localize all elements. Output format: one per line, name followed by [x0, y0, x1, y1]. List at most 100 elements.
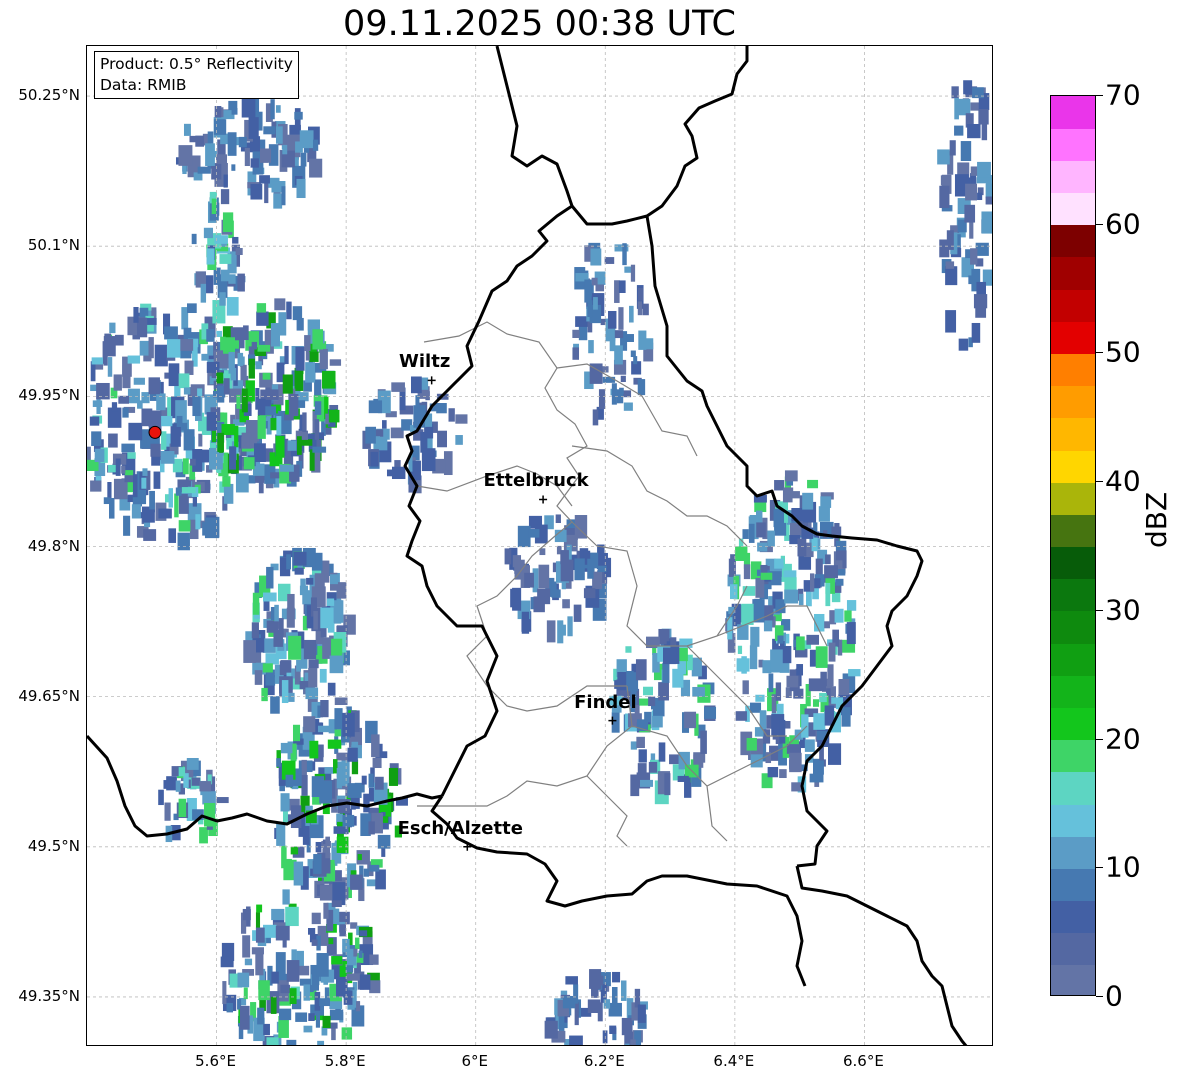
reflectivity-echo: [168, 488, 173, 508]
reflectivity-echo: [618, 280, 626, 293]
reflectivity-echo: [587, 999, 601, 1013]
reflectivity-echo: [248, 358, 255, 379]
colorbar-segment: [1051, 256, 1095, 290]
reflectivity-echo: [637, 379, 646, 396]
colorbar-segment: [1051, 546, 1095, 580]
reflectivity-echo: [327, 739, 342, 749]
reflectivity-echo: [273, 629, 283, 647]
colorbar-tick-mark: [1096, 738, 1103, 740]
reflectivity-echo: [198, 433, 203, 447]
reflectivity-echo: [773, 508, 785, 528]
reflectivity-echo: [175, 487, 182, 496]
reflectivity-echo: [691, 657, 702, 677]
colorbar: [1050, 95, 1096, 996]
reflectivity-echo: [290, 846, 299, 855]
reflectivity-echo: [939, 185, 950, 209]
colorbar-segment: [1051, 610, 1095, 644]
reflectivity-echo: [684, 711, 697, 729]
reflectivity-echo: [276, 822, 286, 846]
reflectivity-echo: [296, 436, 302, 455]
reflectivity-echo: [767, 767, 779, 778]
reflectivity-echo: [976, 177, 991, 184]
reflectivity-echo: [692, 686, 705, 697]
reflectivity-echo: [206, 248, 215, 265]
map-title: 09.11.2025 00:38 UTC: [343, 4, 736, 44]
reflectivity-echo: [630, 1039, 636, 1045]
reflectivity-echo: [286, 1039, 297, 1045]
reflectivity-echo: [191, 233, 197, 245]
reflectivity-echo: [252, 592, 260, 615]
reflectivity-echo: [296, 178, 306, 199]
reflectivity-echo: [158, 789, 164, 806]
colorbar-tick-label: 40: [1105, 464, 1141, 498]
reflectivity-echo: [637, 287, 644, 301]
reflectivity-echo: [263, 1023, 270, 1036]
reflectivity-echo: [231, 107, 238, 115]
reflectivity-echo: [368, 400, 383, 414]
reflectivity-echo: [421, 448, 436, 472]
reflectivity-echo: [768, 673, 774, 693]
reflectivity-echo: [288, 393, 299, 417]
reflectivity-echo: [319, 348, 328, 370]
colorbar-segment: [1051, 771, 1095, 805]
reflectivity-echo: [263, 924, 277, 938]
reflectivity-echo: [820, 496, 832, 508]
reflectivity-echo: [329, 359, 342, 366]
reflectivity-echo: [574, 558, 585, 581]
reflectivity-echo: [254, 443, 266, 463]
reflectivity-echo: [316, 953, 329, 977]
reflectivity-echo: [168, 363, 180, 387]
reflectivity-echo: [560, 559, 574, 582]
reflectivity-echo: [89, 416, 100, 426]
map-panel[interactable]: [86, 45, 993, 1046]
reflectivity-echo: [567, 616, 573, 637]
reflectivity-echo: [767, 530, 775, 547]
reflectivity-echo: [151, 455, 161, 466]
reflectivity-echo: [178, 493, 189, 514]
reflectivity-echo: [163, 780, 173, 789]
reflectivity-echo: [256, 303, 267, 313]
reflectivity-echo: [90, 480, 102, 492]
radar-site-dot: [148, 425, 162, 439]
reflectivity-echo: [238, 136, 247, 148]
reflectivity-echo: [231, 164, 236, 171]
reflectivity-echo: [122, 407, 129, 418]
reflectivity-echo: [312, 329, 324, 350]
reflectivity-echo: [533, 596, 545, 613]
reflectivity-echo: [957, 98, 971, 116]
reflectivity-echo: [226, 1002, 234, 1013]
latitude-tick-label: 50.25°N: [18, 86, 80, 105]
reflectivity-echo: [257, 1007, 265, 1025]
reflectivity-echo: [226, 297, 239, 316]
reflectivity-echo: [322, 1015, 331, 1028]
reflectivity-echo: [192, 396, 201, 417]
reflectivity-echo: [223, 337, 236, 354]
reflectivity-echo: [266, 566, 274, 589]
city-marker: [539, 495, 548, 504]
reflectivity-echo: [271, 908, 285, 921]
reflectivity-echo: [598, 389, 606, 410]
longitude-tick-label: 6.6°E: [843, 1052, 884, 1070]
reflectivity-echo: [981, 211, 992, 234]
reflectivity-echo: [308, 659, 319, 669]
reflectivity-echo: [602, 376, 616, 383]
reflectivity-echo: [259, 175, 270, 184]
reflectivity-echo: [189, 135, 202, 143]
reflectivity-echo: [309, 351, 319, 362]
canton-boundary: [586, 775, 628, 847]
colorbar-tick-label: 70: [1105, 78, 1141, 112]
reflectivity-echo: [437, 430, 447, 448]
reflectivity-echo: [148, 377, 160, 395]
reflectivity-echo: [282, 374, 293, 394]
reflectivity-echo: [806, 634, 820, 645]
reflectivity-echo: [236, 394, 241, 409]
reflectivity-echo: [328, 409, 340, 423]
reflectivity-echo: [109, 497, 115, 519]
reflectivity-echo: [295, 1012, 308, 1022]
reflectivity-echo: [251, 947, 264, 955]
reflectivity-echo: [304, 335, 311, 352]
reflectivity-echo: [121, 465, 126, 474]
reflectivity-echo: [342, 814, 355, 827]
reflectivity-echo: [276, 758, 281, 767]
reflectivity-echo: [199, 827, 208, 844]
